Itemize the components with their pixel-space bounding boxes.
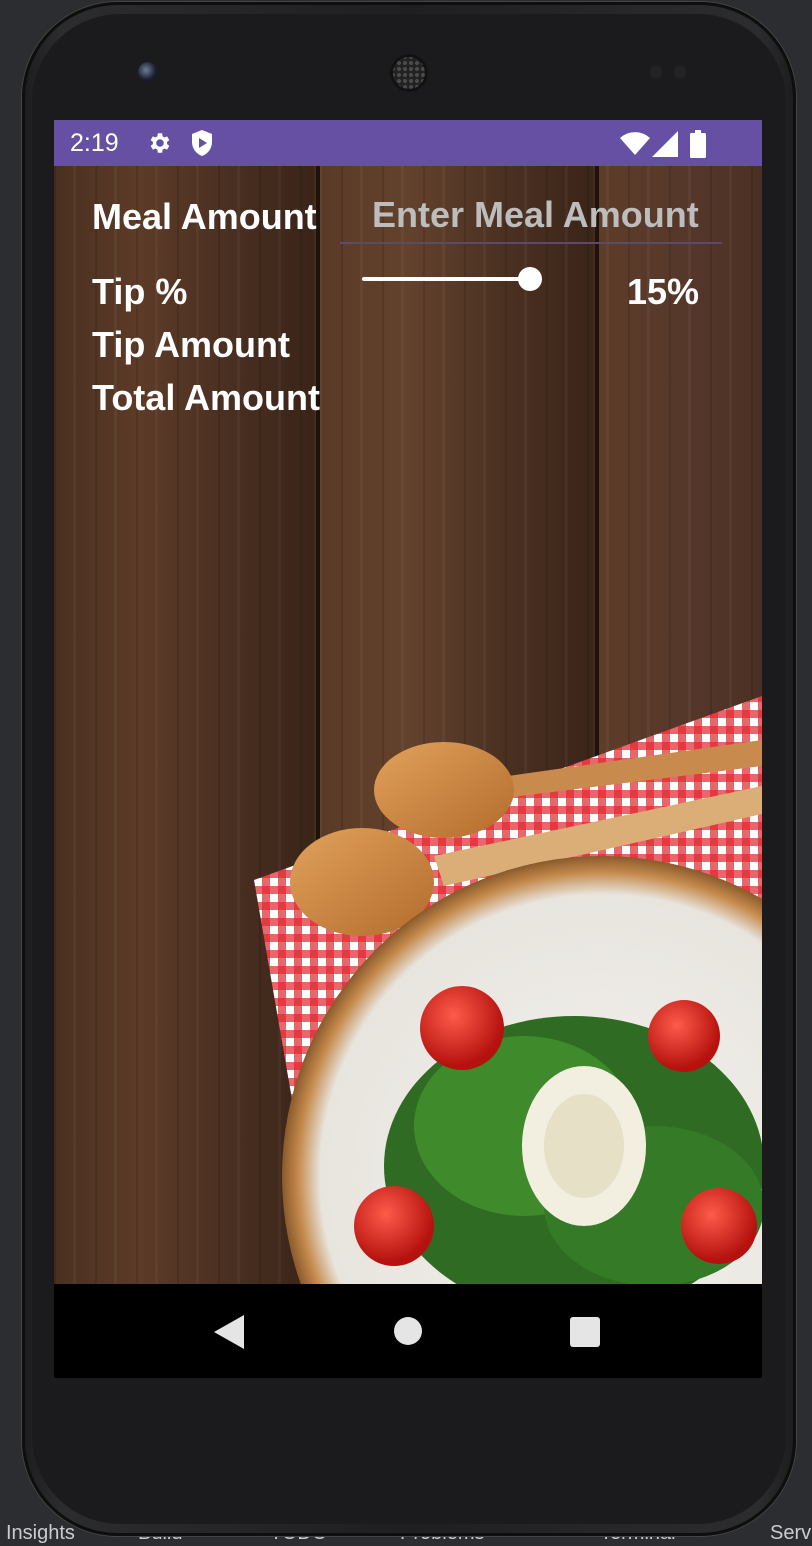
wifi-icon	[620, 132, 650, 155]
front-camera	[138, 62, 158, 82]
earpiece-speaker	[390, 54, 428, 92]
battery-icon	[690, 130, 706, 158]
proximity-sensor	[650, 66, 662, 78]
tip-slider-track[interactable]	[362, 277, 530, 281]
total-amount-label: Total Amount	[92, 377, 320, 418]
meal-amount-input[interactable]	[340, 188, 722, 244]
app-content: Meal Amount Tip % 15% Tip Amount Total A…	[54, 166, 762, 1284]
device-screen: 2:19 Meal Amount Enter Meal Amount Tip %…	[54, 120, 762, 1378]
ide-tab-services[interactable]: Serv	[770, 1522, 811, 1545]
shield-icon	[192, 130, 212, 156]
tip-percent-value: 15%	[627, 271, 700, 312]
ide-tab-insights[interactable]: Insights	[6, 1522, 75, 1545]
gear-icon	[150, 133, 170, 153]
status-bar: 2:19	[54, 120, 762, 166]
tip-slider-thumb[interactable]	[518, 267, 542, 291]
signal-icon	[652, 131, 678, 157]
back-icon[interactable]	[214, 1315, 244, 1349]
navigation-bar	[54, 1284, 762, 1378]
light-sensor	[674, 66, 686, 78]
recent-apps-icon[interactable]	[570, 1317, 600, 1347]
ide-gutter	[0, 0, 24, 1546]
meal-amount-label: Meal Amount	[92, 196, 317, 237]
tip-percent-label: Tip %	[92, 271, 188, 312]
home-icon[interactable]	[394, 1317, 422, 1345]
tip-amount-label: Tip Amount	[92, 324, 290, 365]
status-time: 2:19	[70, 129, 119, 157]
